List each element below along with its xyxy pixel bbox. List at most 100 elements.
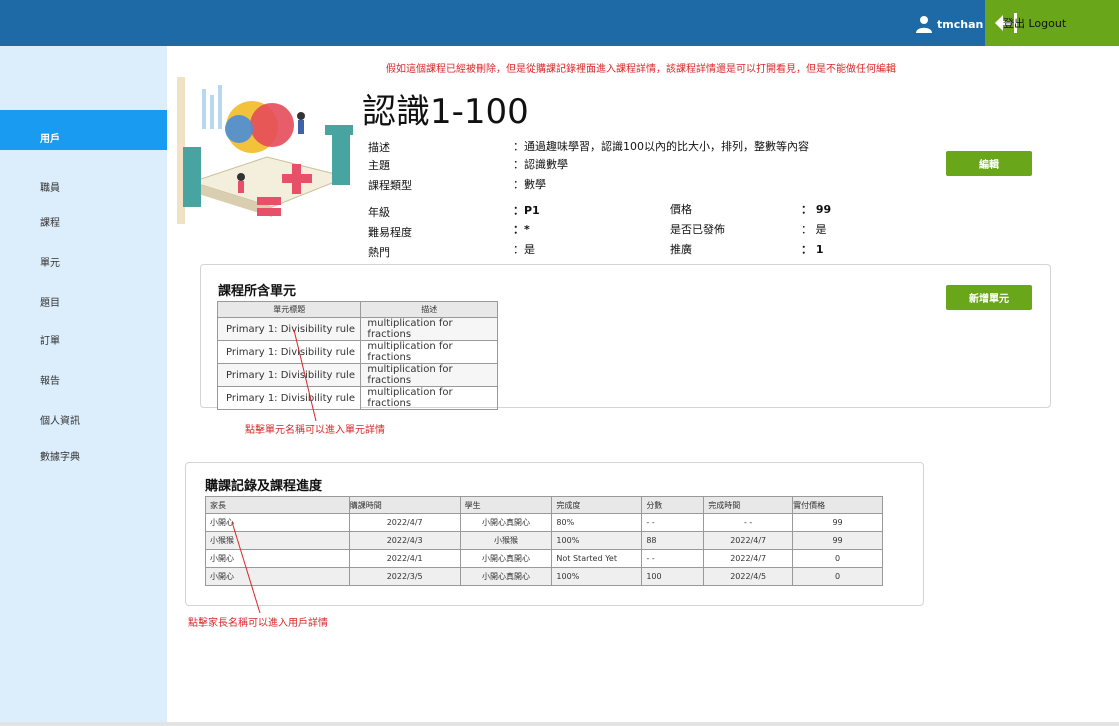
top-bar: tmchan 登出 Logout xyxy=(0,0,1119,46)
unit-desc-header: 描述 xyxy=(360,301,498,318)
sidebar-item-data-dictionary[interactable]: 數據字典 xyxy=(40,448,80,463)
parent-link[interactable]: 小開心 xyxy=(205,513,350,532)
purchase-time: 2022/4/3 xyxy=(348,531,461,550)
purchase-time: 2022/3/5 xyxy=(348,567,461,586)
completion: 80% xyxy=(551,513,643,532)
parent-link[interactable]: 小開心 xyxy=(205,567,350,586)
type-label: 課程類型 xyxy=(368,179,412,192)
units-table: 單元標題 描述 Primary 1: Divisibility rule mul… xyxy=(216,301,498,410)
parent-hint-note: 點擊家長名稱可以進入用戶詳情 xyxy=(188,618,328,629)
table-row: 小猴猴 2022/4/3 小猴猴 100% 88 2022/4/7 99 xyxy=(205,531,883,550)
completion: 100% xyxy=(551,531,643,550)
unit-title-header: 單元標題 xyxy=(216,301,362,318)
sidebar-item-reports[interactable]: 報告 xyxy=(40,372,60,387)
completed-time: - - xyxy=(703,513,794,532)
table-row: Primary 1: Divisibility rule multiplicat… xyxy=(216,386,498,410)
sidebar-item-users[interactable]: 用戶 xyxy=(0,110,167,150)
unit-description: multiplication for fractions xyxy=(360,363,498,387)
sidebar-item-units[interactable]: 單元 xyxy=(40,254,60,269)
logout-label: 登出 Logout xyxy=(1003,17,1067,30)
completion-header: 完成度 xyxy=(551,496,643,514)
table-row: 小開心 2022/4/7 小開心真開心 80% - - - - 99 xyxy=(205,513,883,532)
published-value: ： 是 xyxy=(801,223,827,236)
published-label: 是否已發佈 xyxy=(670,223,725,236)
parent-link[interactable]: 小開心 xyxy=(205,549,350,568)
paid-price: 0 xyxy=(792,567,883,586)
unit-title-link[interactable]: Primary 1: Divisibility rule xyxy=(216,386,362,410)
promo-value: ： 1 xyxy=(801,243,824,256)
table-row: 小開心 2022/3/5 小開心真開心 100% 100 2022/4/5 0 xyxy=(205,567,883,586)
desc-value: ：通過趣味學習，認識100以內的比大小，排列，整數等內容 xyxy=(513,140,809,153)
score-header: 分數 xyxy=(641,496,705,514)
sidebar-item-profile[interactable]: 個人資訊 xyxy=(40,412,80,427)
parent-link[interactable]: 小猴猴 xyxy=(205,531,350,550)
unit-title-link[interactable]: Primary 1: Divisibility rule xyxy=(216,340,362,364)
type-value: ：數學 xyxy=(513,178,546,191)
unit-description: multiplication for fractions xyxy=(360,386,498,410)
completed-time-header: 完成時間 xyxy=(703,496,794,514)
purchase-time: 2022/4/1 xyxy=(348,549,461,568)
grade-value: ：P1 xyxy=(513,204,540,217)
completion: Not Started Yet xyxy=(551,549,643,568)
deleted-course-note: 假如這個課程已經被刪除，但是從購課記錄裡面進入課程詳情，該課程詳情還是可以打開看… xyxy=(386,64,896,75)
edit-button[interactable]: 編輯 xyxy=(946,151,1032,176)
course-title: 認識1-100 xyxy=(362,92,529,132)
completion: 100% xyxy=(551,567,643,586)
sidebar-item-orders[interactable]: 訂單 xyxy=(40,332,60,347)
username: tmchan xyxy=(937,17,984,31)
difficulty-label: 難易程度 xyxy=(368,226,412,239)
user-icon xyxy=(916,16,932,33)
score: - - xyxy=(641,549,705,568)
purchase-time: 2022/4/7 xyxy=(348,513,461,532)
topic-label: 主題 xyxy=(368,159,390,172)
unit-description: multiplication for fractions xyxy=(360,340,498,364)
hot-label: 熱門 xyxy=(368,246,390,259)
logout-button[interactable]: 登出 Logout xyxy=(985,0,1119,46)
paid-price: 99 xyxy=(792,531,883,550)
topic-value: ：認識數學 xyxy=(513,158,568,171)
table-row: 小開心 2022/4/1 小開心真開心 Not Started Yet - - … xyxy=(205,549,883,568)
unit-title-link[interactable]: Primary 1: Divisibility rule xyxy=(216,317,362,341)
bottom-border xyxy=(0,722,1119,726)
paid-price: 0 xyxy=(792,549,883,568)
promo-label: 推廣 xyxy=(670,243,692,256)
student-name: 小開心真開心 xyxy=(459,513,553,532)
completed-time: 2022/4/7 xyxy=(703,531,794,550)
price-label: 價格 xyxy=(670,203,692,216)
student-header: 學生 xyxy=(459,496,553,514)
sidebar-item-courses[interactable]: 課程 xyxy=(40,214,60,229)
score: 100 xyxy=(641,567,705,586)
user-menu[interactable]: tmchan xyxy=(915,13,983,35)
completed-time: 2022/4/5 xyxy=(703,567,794,586)
sidebar: 用戶 職員 課程 單元 題目 訂單 報告 個人資訊 數據字典 xyxy=(0,46,167,726)
sidebar-item-questions[interactable]: 題目 xyxy=(40,294,60,309)
sidebar-item-label: 用戶 xyxy=(40,134,60,145)
units-title: 課程所含單元 xyxy=(218,284,297,299)
student-name: 小開心真開心 xyxy=(459,549,553,568)
add-unit-button[interactable]: 新增單元 xyxy=(946,285,1032,310)
completed-time: 2022/4/7 xyxy=(703,549,794,568)
desc-label: 描述 xyxy=(368,141,390,154)
orders-title: 購課記錄及課程進度 xyxy=(205,479,323,494)
unit-hint-note: 點擊單元名稱可以進入單元詳情 xyxy=(245,425,385,436)
table-row: Primary 1: Divisibility rule multiplicat… xyxy=(216,317,498,341)
unit-title-link[interactable]: Primary 1: Divisibility rule xyxy=(216,363,362,387)
table-row: Primary 1: Divisibility rule multiplicat… xyxy=(216,363,498,387)
paid-price-header: 實付價格 xyxy=(792,496,883,514)
student-name: 小開心真開心 xyxy=(459,567,553,586)
parent-header: 家長 xyxy=(205,496,350,514)
table-row: Primary 1: Divisibility rule multiplicat… xyxy=(216,340,498,364)
sidebar-item-staff[interactable]: 職員 xyxy=(40,179,60,194)
score: - - xyxy=(641,513,705,532)
student-name: 小猴猴 xyxy=(459,531,553,550)
hot-value: ：是 xyxy=(513,243,535,256)
difficulty-value: ：* xyxy=(513,223,530,236)
price-value: ： 99 xyxy=(801,203,832,216)
grade-label: 年級 xyxy=(368,206,390,219)
score: 88 xyxy=(641,531,705,550)
purchase-time-header: 購課時間 xyxy=(348,496,461,514)
orders-table: 家長 購課時間 學生 完成度 分數 完成時間 實付價格 小開心 2022/4/7… xyxy=(205,496,883,586)
unit-description: multiplication for fractions xyxy=(360,317,498,341)
paid-price: 99 xyxy=(792,513,883,532)
course-thumbnail xyxy=(177,77,353,224)
